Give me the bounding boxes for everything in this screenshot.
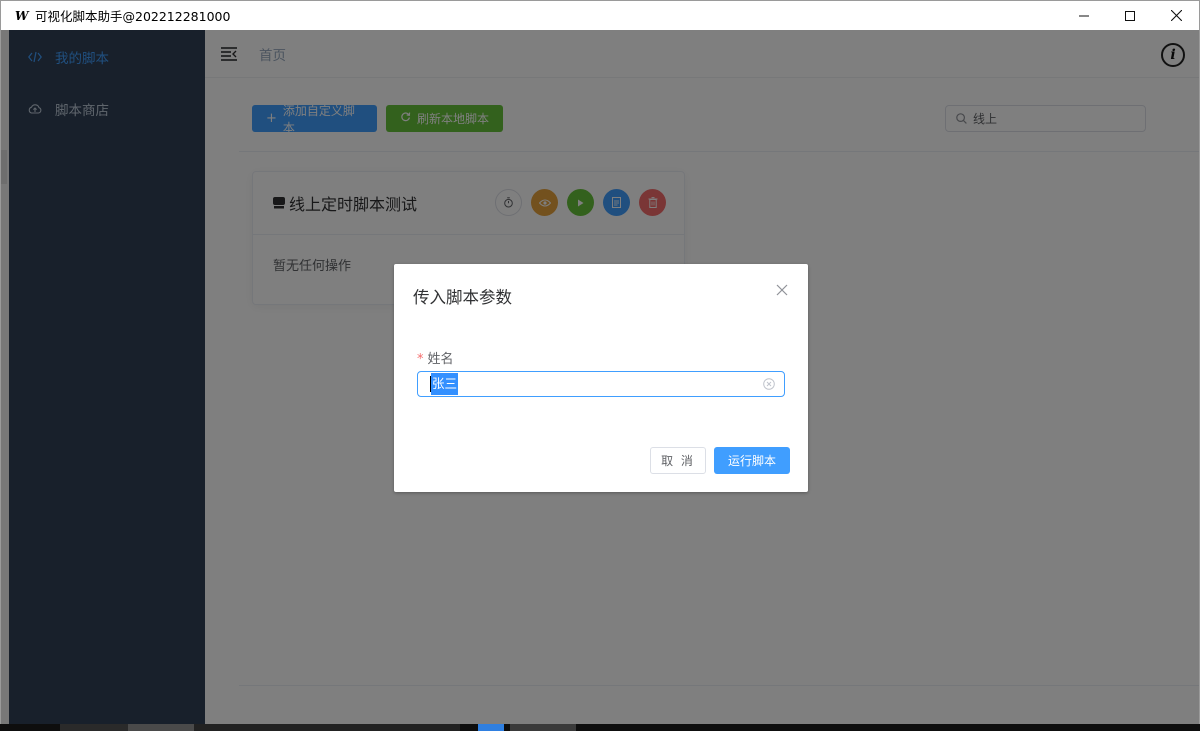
taskbar-item[interactable] <box>510 724 576 731</box>
close-dialog-icon[interactable] <box>776 284 788 296</box>
taskbar-item[interactable] <box>60 724 128 731</box>
window-title: 可视化脚本助手@202212281000 <box>35 9 231 24</box>
required-mark: * <box>417 352 424 367</box>
taskbar-item[interactable] <box>128 724 194 731</box>
app-logo: W <box>15 8 29 23</box>
dialog-title: 传入脚本参数 <box>413 288 512 307</box>
close-window-button[interactable] <box>1153 1 1199 30</box>
script-params-dialog: 传入脚本参数 * 姓名 张三 取 消 运行脚本 <box>394 264 808 492</box>
minimize-icon <box>1079 15 1089 16</box>
cancel-button[interactable]: 取 消 <box>650 447 706 474</box>
taskbar-strip <box>0 724 1200 731</box>
maximize-button[interactable] <box>1107 1 1153 30</box>
window-controls <box>1061 1 1199 30</box>
name-field-label: * 姓名 <box>417 348 454 367</box>
maximize-icon <box>1125 10 1135 21</box>
clear-input-icon[interactable] <box>763 378 775 390</box>
name-label-text: 姓名 <box>427 352 454 367</box>
run-script-button[interactable]: 运行脚本 <box>714 447 790 474</box>
name-input[interactable]: 张三 <box>417 371 785 397</box>
minimize-button[interactable] <box>1061 1 1107 30</box>
title-bar[interactable]: W 可视化脚本助手@202212281000 <box>1 1 1199 30</box>
taskbar-item[interactable] <box>194 724 460 731</box>
close-icon <box>1170 10 1182 21</box>
app-window: W 可视化脚本助手@202212281000 我的脚本 <box>0 0 1200 724</box>
name-input-value: 张三 <box>431 373 459 395</box>
taskbar-item[interactable] <box>478 724 504 731</box>
